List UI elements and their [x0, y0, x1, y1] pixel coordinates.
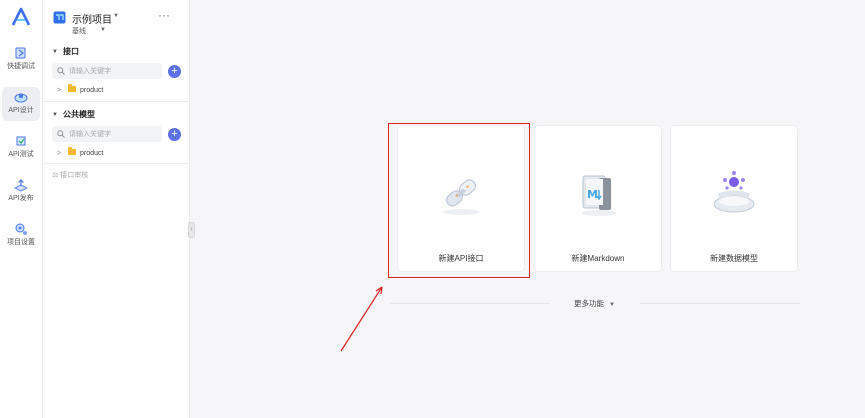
interfaces-search [52, 63, 162, 79]
review-icon: ⚖ [52, 172, 59, 179]
section-interfaces[interactable]: ▼ 接口 [52, 46, 79, 57]
rail-item-quick-debug[interactable]: 快捷调试 [2, 43, 40, 77]
chevron-right-icon: > [57, 87, 62, 94]
rail-label: 项目设置 [7, 239, 35, 246]
markdown-book-icon: M [582, 175, 616, 216]
collapse-caret-icon: ▼ [52, 49, 58, 55]
rail-item-api-test[interactable]: API测试 [2, 131, 40, 165]
search-icon [57, 130, 65, 138]
card-label: 新建数据模型 [710, 254, 758, 263]
tree-item-product-interface[interactable]: > product [57, 84, 104, 98]
project-dropdown-icon[interactable]: ▼ [113, 13, 119, 19]
svg-text:M: M [587, 188, 598, 201]
more-features-label: 更多功能 [574, 299, 604, 308]
interfaces-search-input[interactable] [69, 63, 159, 79]
tree-item-label: product [80, 150, 104, 157]
new-data-model-card[interactable]: 新建数据模型 [671, 126, 797, 271]
project-name[interactable]: 示例项目 [72, 11, 112, 26]
review-label: 接口审核 [60, 172, 89, 179]
new-api-card[interactable]: 新建API接口 [398, 126, 524, 271]
quick-debug-icon [15, 47, 26, 59]
api-test-icon [16, 136, 26, 146]
more-features-button[interactable]: 更多功能 ▼ [574, 298, 615, 309]
branch-dropdown-icon[interactable]: ▼ [100, 27, 106, 33]
project-header: 示例项目 ▼ ··· 基线 ▼ [52, 8, 182, 38]
interface-review-link[interactable]: ⚖ 接口审核 [52, 170, 88, 180]
folder-icon [68, 84, 76, 92]
section-models[interactable]: ▼ 公共模型 [52, 109, 95, 120]
more-options-icon[interactable]: ··· [158, 8, 170, 22]
chevron-down-icon: ▼ [609, 302, 615, 308]
api-link-icon [443, 179, 479, 215]
side-panel: 示例项目 ▼ ··· 基线 ▼ ▼ 接口 + > product ▼ 公共模型 + >… [43, 0, 190, 418]
api-design-icon [14, 93, 28, 103]
card-label: 新建API接口 [438, 254, 484, 263]
section-divider [43, 163, 190, 164]
section-interfaces-title: 接口 [62, 47, 79, 56]
models-search-input[interactable] [69, 126, 159, 142]
section-divider [43, 101, 190, 102]
card-label: 新建Markdown [571, 254, 625, 263]
tree-item-product-model[interactable]: > product [57, 147, 104, 161]
collapse-caret-icon: ▼ [52, 112, 58, 118]
rail-label: API发布 [8, 195, 34, 202]
new-markdown-card[interactable]: M 新建Markdown [535, 126, 661, 271]
add-model-button[interactable]: + [168, 128, 181, 141]
annotation-arrow [340, 286, 383, 352]
tree-item-label: product [80, 87, 104, 94]
rail-item-api-publish[interactable]: API发布 [2, 175, 40, 209]
search-icon [57, 67, 65, 75]
rail-label: 快捷调试 [7, 63, 35, 70]
branch-selector[interactable]: 基线 [72, 26, 86, 36]
project-settings-icon [15, 223, 27, 235]
app-logo-icon[interactable] [10, 7, 32, 27]
rail-label: API设计 [8, 107, 34, 114]
api-publish-icon [14, 179, 28, 192]
nav-rail: 快捷调试 API设计 API测试 API发布 项目设置 [0, 0, 43, 418]
divider-left [390, 303, 550, 304]
add-interface-button[interactable]: + [168, 65, 181, 78]
rail-item-api-design[interactable]: API设计 [2, 87, 40, 121]
divider-right [640, 303, 800, 304]
project-icon [53, 11, 66, 24]
rail-item-project-settings[interactable]: 项目设置 [2, 219, 40, 253]
models-search [52, 126, 162, 142]
panel-collapse-handle[interactable]: ‹ [188, 222, 195, 238]
section-models-title: 公共模型 [62, 110, 95, 119]
chevron-right-icon: > [57, 150, 62, 157]
folder-icon [68, 147, 76, 155]
data-model-icon [713, 171, 755, 213]
rail-label: API测试 [8, 151, 34, 158]
